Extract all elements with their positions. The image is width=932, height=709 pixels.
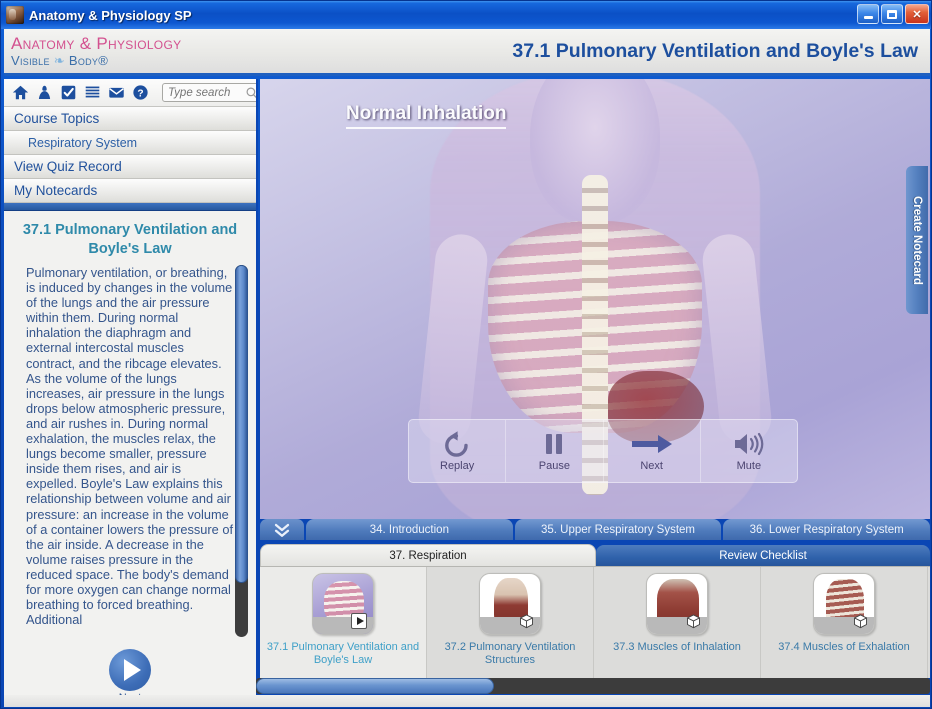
replay-button[interactable]: Replay	[409, 420, 507, 482]
tab-label: 36. Lower Respiratory System	[749, 523, 904, 536]
cube-badge-icon	[852, 613, 868, 629]
thumbnail-37-3[interactable]: 37.3 Muscles of Inhalation	[594, 567, 761, 678]
arrow-right-icon	[630, 430, 674, 458]
sidebar-item-label: Respiratory System	[28, 135, 138, 150]
checkbox-icon[interactable]	[60, 84, 77, 101]
maximize-button[interactable]	[881, 4, 903, 24]
left-sidebar: ? Course Topics Respiratory System View …	[4, 79, 258, 705]
sidebar-item-label: My Notecards	[14, 183, 98, 198]
sidebar-item-label: Course Topics	[14, 111, 100, 126]
tab-review-checklist[interactable]: Review Checklist	[596, 545, 930, 566]
cube-badge-icon	[518, 613, 534, 629]
lesson-scrollbar[interactable]	[235, 265, 248, 637]
thumbnail-label: 37.3 Muscles of Inhalation	[613, 641, 741, 653]
chapter-tab-strip: 34. Introduction 35. Upper Respiratory S…	[260, 519, 931, 540]
brand-logo: Anatomy & Physiology Visible ❧ Body®	[4, 35, 181, 67]
thumbnail-image	[646, 573, 708, 635]
section-tab-strip: 37. Respiration Review Checklist	[260, 544, 930, 566]
tab-36-lower-respiratory-system[interactable]: 36. Lower Respiratory System	[723, 519, 931, 540]
list-icon[interactable]	[84, 84, 101, 101]
app-header: Anatomy & Physiology Visible ❧ Body® 37.…	[4, 29, 930, 76]
sidebar-item-label: View Quiz Record	[14, 159, 122, 174]
help-icon[interactable]: ?	[132, 84, 149, 101]
sidebar-toolbar: ?	[4, 79, 256, 107]
lesson-scrollbar-thumb[interactable]	[235, 265, 248, 583]
thumbnail-37-1[interactable]: 37.1 Pulmonary Ventilation and Boyle's L…	[260, 567, 427, 678]
sidebar-item-respiratory-system[interactable]: Respiratory System	[4, 131, 256, 155]
cube-badge-icon	[685, 613, 701, 629]
tab-label: Review Checklist	[719, 549, 807, 562]
next-lesson-button[interactable]	[109, 649, 151, 691]
logo-registered-mark: ®	[98, 53, 109, 68]
tab-37-respiration[interactable]: 37. Respiration	[260, 544, 596, 566]
window-controls: ✕	[857, 4, 929, 24]
play-badge-icon	[351, 613, 367, 629]
lesson-body-scroll-area: Pulmonary ventilation, or breathing, is …	[8, 265, 252, 637]
logo-title: Anatomy & Physiology	[11, 34, 182, 53]
thumbnail-scrollbar[interactable]	[256, 678, 930, 694]
home-icon[interactable]	[12, 84, 29, 101]
logo-visible-text: Visible	[11, 53, 50, 68]
svg-text:?: ?	[137, 88, 143, 99]
logo-body-text: Body	[68, 53, 99, 68]
search-box[interactable]	[162, 83, 258, 102]
thumbnail-image	[813, 573, 875, 635]
tab-label: 35. Upper Respiratory System	[540, 523, 696, 536]
play-arrow-icon	[124, 659, 141, 681]
search-input[interactable]	[163, 86, 256, 99]
thumbnail-37-2[interactable]: 37.2 Pulmonary Ventilation Structures	[427, 567, 594, 678]
create-notecard-label: Create Notecard	[911, 195, 923, 285]
chevron-double-down-icon[interactable]	[260, 519, 304, 540]
mute-label: Mute	[736, 460, 762, 472]
water-drop-icon: ❧	[53, 53, 65, 68]
lesson-title: 37.1 Pulmonary Ventilation and Boyle's L…	[22, 222, 238, 257]
mute-button[interactable]: Mute	[701, 420, 797, 482]
thumbnail-label: 37.1 Pulmonary Ventilation and Boyle's L…	[266, 641, 420, 666]
minimize-button[interactable]	[857, 4, 879, 24]
close-button[interactable]: ✕	[905, 4, 929, 24]
sidebar-divider	[4, 203, 256, 211]
replay-label: Replay	[440, 460, 475, 472]
tab-34-introduction[interactable]: 34. Introduction	[306, 519, 513, 540]
app-icon	[6, 6, 24, 24]
thumbnail-image	[479, 573, 541, 635]
person-icon[interactable]	[36, 84, 53, 101]
create-notecard-tab[interactable]: Create Notecard	[906, 166, 928, 314]
status-bar	[4, 695, 930, 707]
pause-icon	[541, 430, 567, 458]
media-player-bar: Replay Pause Next Mute	[408, 419, 798, 483]
lesson-thumbnail-strip: 37.1 Pulmonary Ventilation and Boyle's L…	[260, 566, 930, 678]
next-step-button[interactable]: Next	[604, 420, 701, 482]
mail-icon[interactable]	[108, 84, 125, 101]
title-bar: Anatomy & Physiology SP ✕	[1, 1, 931, 29]
sidebar-item-my-notecards[interactable]: My Notecards	[4, 179, 256, 203]
thumbnail-label: 37.2 Pulmonary Ventilation Structures	[444, 641, 576, 666]
pause-button[interactable]: Pause	[506, 420, 604, 482]
viewer-caption: Normal Inhalation	[346, 103, 507, 129]
tab-label: 34. Introduction	[369, 523, 449, 536]
application-window: Anatomy & Physiology SP ✕ Anatomy & Phys…	[0, 0, 932, 709]
pause-label: Pause	[538, 460, 570, 472]
next-step-label: Next	[640, 460, 663, 472]
thumbnail-label: 37.4 Muscles of Exhalation	[778, 641, 910, 653]
thumbnail-37-4[interactable]: 37.4 Muscles of Exhalation	[761, 567, 928, 678]
page-title: 37.1 Pulmonary Ventilation and Boyle's L…	[512, 39, 918, 62]
window-title: Anatomy & Physiology SP	[29, 7, 192, 23]
replay-icon	[441, 430, 473, 458]
sidebar-item-view-quiz-record[interactable]: View Quiz Record	[4, 155, 256, 179]
tab-35-upper-respiratory-system[interactable]: 35. Upper Respiratory System	[514, 519, 722, 540]
thumbnail-image	[312, 573, 374, 635]
thumbnail-scrollbar-thumb[interactable]	[256, 678, 494, 694]
anatomy-viewer[interactable]: Normal Inhalation Replay Pause Next Mute	[260, 79, 930, 519]
sidebar-item-course-topics[interactable]: Course Topics	[4, 107, 256, 131]
tab-label: 37. Respiration	[389, 549, 467, 562]
lesson-body-text: Pulmonary ventilation, or breathing, is …	[26, 265, 233, 628]
lesson-pane: 37.1 Pulmonary Ventilation and Boyle's L…	[4, 211, 256, 705]
logo-subtitle: Visible ❧ Body®	[11, 54, 181, 67]
search-icon[interactable]	[245, 86, 258, 100]
speaker-icon	[732, 430, 766, 458]
